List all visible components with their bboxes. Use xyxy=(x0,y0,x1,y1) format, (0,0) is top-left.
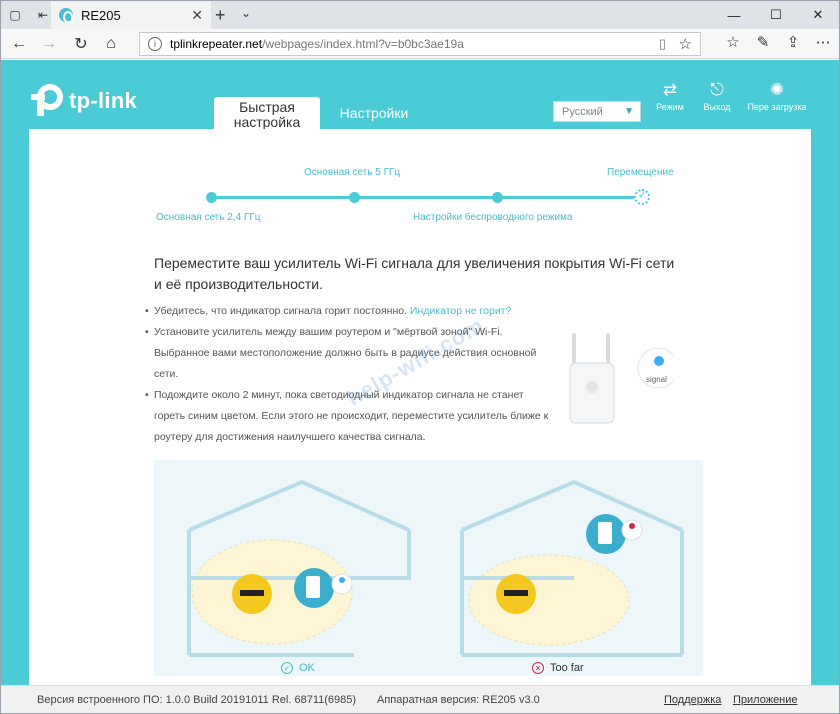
tab-actions-icon[interactable]: ▢ xyxy=(1,1,29,29)
mode-button[interactable]: ⇄ Режим xyxy=(645,80,695,112)
firmware-version: Версия встроенного ПО: 1.0.0 Build 20191… xyxy=(37,694,357,706)
router-page: tp-link Быстрая настройка Настройки Русс… xyxy=(1,60,839,713)
hardware-version: Аппаратная версия: RE205 v3.0 xyxy=(377,694,540,706)
extender-image: signal xyxy=(564,327,679,437)
progress-step-3 xyxy=(492,192,503,203)
progress-line xyxy=(210,196,642,199)
logout-button[interactable]: ⎋ Выход xyxy=(692,80,742,112)
close-window-icon[interactable]: ✕ xyxy=(797,1,839,29)
status-too-far: ✕ Too far xyxy=(532,662,584,674)
share-icon[interactable]: ⇪ xyxy=(781,33,805,51)
tab-quick-setup[interactable]: Быстрая настройка xyxy=(214,97,320,130)
chevron-down-icon: ▼ xyxy=(624,106,634,117)
logout-icon: ⎋ xyxy=(710,80,724,99)
window-controls: — ☐ ✕ xyxy=(713,1,839,29)
tplink-favicon-icon xyxy=(59,8,73,23)
pen-icon[interactable]: ✎ xyxy=(751,33,775,51)
url-host: tplinkrepeater.net xyxy=(170,37,263,51)
house-illustration-icon xyxy=(187,479,684,657)
language-select[interactable]: Русский ▼ xyxy=(553,101,641,122)
logout-label: Выход xyxy=(703,102,731,112)
tab-settings[interactable]: Настройки xyxy=(334,97,414,130)
refresh-icon[interactable]: ↻ xyxy=(69,33,93,55)
indicator-help-link[interactable]: Индикатор не горит? xyxy=(410,305,511,317)
language-value: Русский xyxy=(562,106,603,118)
signal-label: signal xyxy=(646,375,667,384)
reboot-button[interactable]: ✺ Пере загрузка xyxy=(747,80,807,112)
browser-window: ▢ ⇤ RE205 ✕ + ⌄ — ☐ ✕ ← → ↻ ⌂ i tplinkre… xyxy=(0,0,840,714)
url-bar[interactable]: i tplinkrepeater.net /webpages/index.htm… xyxy=(139,32,701,56)
address-toolbar: ← → ↻ ⌂ i tplinkrepeater.net /webpages/i… xyxy=(1,29,839,59)
status-ok-label: OK xyxy=(299,662,315,674)
content-panel: Основная сеть 5 ГГц Перемещение Основная… xyxy=(29,129,811,713)
step-label-5ghz: Основная сеть 5 ГГц xyxy=(304,167,401,178)
browser-tab[interactable]: RE205 ✕ xyxy=(51,1,211,29)
progress-step-2 xyxy=(349,192,360,203)
progress-step-1 xyxy=(206,192,217,203)
tplink-logo-icon xyxy=(31,84,63,116)
status-ok: ✓ OK xyxy=(281,662,315,674)
chevron-down-icon[interactable]: ⌄ xyxy=(241,6,251,20)
maximize-icon[interactable]: ☐ xyxy=(755,1,797,29)
page-heading: Переместите ваш усилитель Wi-Fi сигнала … xyxy=(154,255,675,292)
step-label-wireless: Настройки беспроводного режима xyxy=(413,212,573,223)
minimize-icon[interactable]: — xyxy=(713,1,755,29)
mode-icon: ⇄ xyxy=(662,80,678,99)
new-tab-icon[interactable]: + xyxy=(215,5,226,26)
tab-title: RE205 xyxy=(81,7,121,23)
placement-illustration xyxy=(154,460,703,676)
page-footer: Версия встроенного ПО: 1.0.0 Build 20191… xyxy=(1,685,839,713)
step-label-relocation: Перемещение xyxy=(607,167,674,178)
reading-view-icon[interactable]: ▯ xyxy=(659,36,666,52)
status-too-far-label: Too far xyxy=(550,662,584,674)
reboot-icon: ✺ xyxy=(769,80,785,99)
tplink-logo: tp-link xyxy=(29,84,137,118)
forward-icon[interactable]: → xyxy=(37,33,61,55)
favorites-icon[interactable]: ☆ xyxy=(721,33,745,51)
site-info-icon[interactable]: i xyxy=(148,37,162,51)
list-item: Убедитесь, что индикатор сигнала горит п… xyxy=(145,301,554,322)
progress-step-current xyxy=(634,189,650,205)
back-icon[interactable]: ← xyxy=(7,33,31,55)
instructions-list: Убедитесь, что индикатор сигнала горит п… xyxy=(145,301,554,448)
bullet-1-text: Убедитесь, что индикатор сигнала горит п… xyxy=(154,305,407,317)
more-icon[interactable]: ⋯ xyxy=(811,33,835,51)
tab-quick-setup-line1: Быстрая xyxy=(239,99,295,115)
home-icon[interactable]: ⌂ xyxy=(99,33,123,55)
logo-text: tp-link xyxy=(69,88,138,113)
support-link[interactable]: Поддержка xyxy=(664,694,721,706)
close-tab-icon[interactable]: ✕ xyxy=(191,7,203,24)
favorite-star-icon[interactable]: ☆ xyxy=(679,35,692,53)
tab-quick-setup-line2: настройка xyxy=(233,114,301,130)
title-bar: ▢ ⇤ RE205 ✕ + ⌄ — ☐ ✕ xyxy=(1,1,839,29)
check-circle-icon: ✓ xyxy=(281,662,293,674)
step-label-24ghz: Основная сеть 2,4 ГГц xyxy=(156,212,261,223)
mode-label: Режим xyxy=(656,102,684,112)
cross-circle-icon: ✕ xyxy=(532,662,544,674)
reboot-label: Пере загрузка xyxy=(747,102,807,112)
list-item: Установите усилитель между вашим роутеро… xyxy=(145,322,554,385)
app-link[interactable]: Приложение xyxy=(733,694,798,706)
url-path: /webpages/index.html?v=b0bc3ae19a xyxy=(262,37,464,51)
